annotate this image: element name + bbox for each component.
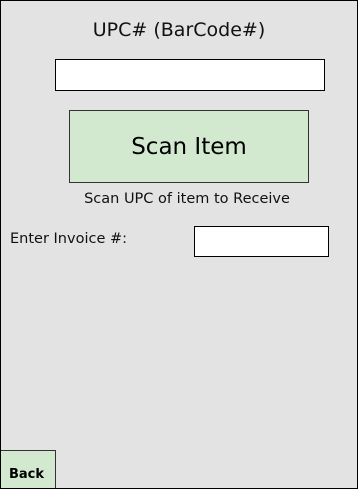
scan-item-button[interactable]: Scan Item [69,110,309,183]
invoice-input[interactable] [194,226,329,257]
receive-screen: UPC# (BarCode#) Scan Item Scan UPC of it… [0,0,358,489]
back-button[interactable]: Back [1,450,56,488]
upc-label: UPC# (BarCode#) [92,19,266,41]
upc-input[interactable] [55,59,325,91]
scan-hint-text: Scan UPC of item to Receive [84,191,290,207]
invoice-label: Enter Invoice #: [10,231,128,247]
